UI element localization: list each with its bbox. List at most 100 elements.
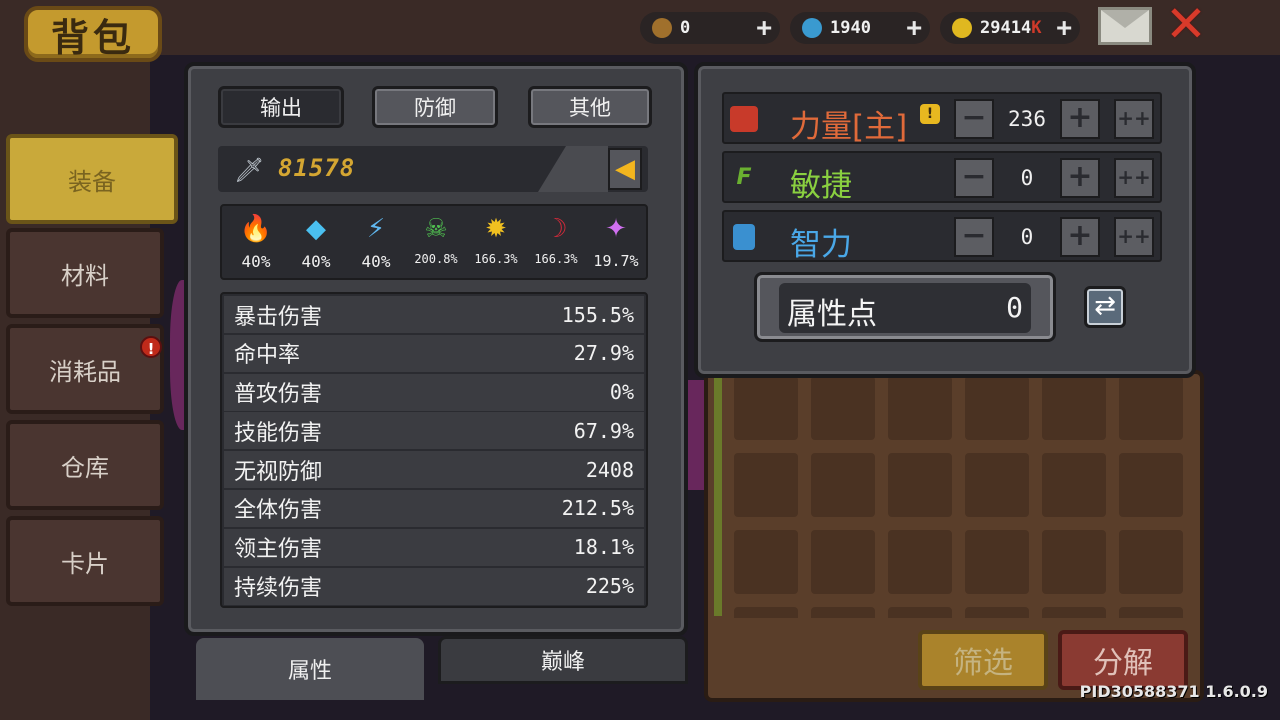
inventory-slot[interactable] bbox=[888, 453, 952, 517]
filter-button[interactable]: 筛选 bbox=[918, 630, 1048, 690]
expand-arrow-icon[interactable]: ◀ bbox=[608, 148, 642, 190]
light-icon: ✹ bbox=[485, 214, 507, 244]
decompose-button[interactable]: 分解 bbox=[1058, 630, 1188, 690]
currency-coin-value: 29414 bbox=[980, 18, 1032, 38]
inventory-slot[interactable] bbox=[734, 530, 798, 594]
inventory-slot[interactable] bbox=[1042, 530, 1106, 594]
inventory-slot[interactable] bbox=[888, 607, 952, 618]
inventory-slot[interactable] bbox=[965, 530, 1029, 594]
inventory-slot[interactable] bbox=[888, 530, 952, 594]
decrease-intelligence-button[interactable]: − bbox=[954, 217, 994, 257]
attribute-name: 敏捷 bbox=[790, 168, 852, 204]
add-coin-button[interactable]: + bbox=[1056, 13, 1072, 43]
tab-warehouse-label: 仓库 bbox=[61, 453, 109, 482]
increase-intelligence-button[interactable]: + bbox=[1060, 217, 1100, 257]
tab-materials[interactable]: 材料 bbox=[6, 228, 164, 318]
stat-row: 技能伤害 67.9% bbox=[224, 412, 644, 450]
inventory-slot[interactable] bbox=[811, 453, 875, 517]
inventory-slot[interactable] bbox=[1119, 378, 1183, 440]
increase-strength-button[interactable]: + bbox=[1060, 99, 1100, 139]
element-value: 19.7% bbox=[593, 252, 639, 270]
stat-value: 212.5% bbox=[561, 496, 634, 521]
inventory-slot[interactable] bbox=[811, 607, 875, 618]
attribute-row-agility: F 敏捷 − 0 + ++ bbox=[722, 151, 1162, 204]
tab-consumables[interactable]: 消耗品 ! bbox=[6, 324, 164, 414]
inventory-slot[interactable] bbox=[811, 530, 875, 594]
inventory-slot[interactable] bbox=[1119, 453, 1183, 517]
inventory-slot[interactable] bbox=[1042, 378, 1106, 440]
stat-value: 225% bbox=[585, 574, 634, 599]
info-icon[interactable]: ! bbox=[920, 104, 940, 124]
attribute-row-strength: 力量[主] ! − 236 + ++ bbox=[722, 92, 1162, 145]
inventory-slot[interactable] bbox=[965, 453, 1029, 517]
stats-list: 暴击伤害 155.5% 命中率 27.9% 普攻伤害 0% 技能伤害 67.9%… bbox=[220, 292, 648, 608]
stat-value: 67.9% bbox=[573, 418, 634, 443]
page-title: 背包 bbox=[24, 6, 162, 62]
element-dark: ☽ 166.3% bbox=[526, 212, 586, 266]
attribute-points: 属性点 0 bbox=[754, 272, 1056, 342]
increase-agility-button[interactable]: + bbox=[1060, 158, 1100, 198]
element-value: 166.3% bbox=[474, 252, 518, 266]
element-value: 40% bbox=[361, 252, 391, 271]
decrease-strength-button[interactable]: − bbox=[954, 99, 994, 139]
tab-other[interactable]: 其他 bbox=[528, 86, 652, 128]
element-value: 40% bbox=[241, 252, 271, 271]
attribute-points-field: 属性点 0 bbox=[779, 283, 1031, 333]
stat-row: 暴击伤害 155.5% bbox=[224, 296, 644, 333]
add-key-button[interactable]: + bbox=[756, 13, 772, 43]
stat-value: 0% bbox=[609, 380, 634, 405]
tab-equipment[interactable]: 装备 bbox=[6, 134, 178, 224]
book-icon bbox=[733, 224, 755, 250]
increase-agility-max-button[interactable]: ++ bbox=[1114, 158, 1154, 198]
decrease-agility-button[interactable]: − bbox=[954, 158, 994, 198]
arcane-icon: ✦ bbox=[605, 214, 627, 244]
stat-value: 155.5% bbox=[561, 302, 634, 327]
gem-icon bbox=[802, 18, 822, 38]
currency-coin-suffix: K bbox=[1031, 18, 1042, 38]
inventory-slot[interactable] bbox=[965, 378, 1029, 440]
attribute-points-value: 0 bbox=[1006, 291, 1023, 324]
feather-icon: F bbox=[736, 165, 752, 190]
stat-label: 无视防御 bbox=[234, 459, 323, 485]
inventory-slot[interactable] bbox=[734, 453, 798, 517]
inventory-slot[interactable] bbox=[965, 607, 1029, 618]
tab-warehouse[interactable]: 仓库 bbox=[6, 420, 164, 510]
inventory-slot[interactable] bbox=[1042, 453, 1106, 517]
poison-icon: ☠ bbox=[424, 214, 448, 244]
stat-row: 命中率 27.9% bbox=[224, 334, 644, 372]
element-light: ✹ 166.3% bbox=[466, 212, 526, 266]
inventory-slot[interactable] bbox=[1119, 607, 1183, 618]
stat-row: 持续伤害 225% bbox=[224, 567, 644, 605]
attribute-value: 0 bbox=[1020, 225, 1034, 249]
increase-strength-max-button[interactable]: ++ bbox=[1114, 99, 1154, 139]
tab-peak[interactable]: 巅峰 bbox=[438, 636, 688, 684]
add-gem-button[interactable]: + bbox=[906, 13, 922, 43]
decorative-stripe bbox=[538, 146, 608, 192]
stat-row: 全体伤害 212.5% bbox=[224, 489, 644, 527]
notification-badge: ! bbox=[140, 336, 162, 358]
lightning-icon: ⚡ bbox=[366, 214, 386, 244]
inventory-slot[interactable] bbox=[1042, 607, 1106, 618]
tab-defense[interactable]: 防御 bbox=[372, 86, 498, 128]
reset-points-icon[interactable]: ⇄ bbox=[1084, 286, 1126, 328]
tab-cards[interactable]: 卡片 bbox=[6, 516, 164, 606]
currency-key: 0 + bbox=[640, 12, 780, 44]
coin-icon bbox=[952, 18, 972, 38]
tab-attributes[interactable]: 属性 bbox=[196, 638, 424, 700]
dark-icon: ☽ bbox=[544, 214, 568, 244]
inventory-slot[interactable] bbox=[811, 378, 875, 440]
stat-row: 无视防御 2408 bbox=[224, 451, 644, 489]
inventory-slot[interactable] bbox=[734, 607, 798, 618]
tab-output[interactable]: 输出 bbox=[218, 86, 344, 128]
attribute-value: 0 bbox=[1020, 166, 1034, 190]
increase-intelligence-max-button[interactable]: ++ bbox=[1114, 217, 1154, 257]
fire-icon: 🔥 bbox=[239, 214, 273, 244]
sword-icon: 🗡 bbox=[234, 156, 265, 184]
close-icon[interactable]: ✕ bbox=[1162, 0, 1210, 49]
inventory-slot[interactable] bbox=[888, 378, 952, 440]
ice-icon: ◆ bbox=[306, 214, 326, 244]
inventory-slot[interactable] bbox=[734, 378, 798, 440]
tab-consumables-label: 消耗品 bbox=[49, 357, 121, 386]
inventory-slot[interactable] bbox=[1119, 530, 1183, 594]
mail-icon[interactable] bbox=[1098, 7, 1152, 45]
